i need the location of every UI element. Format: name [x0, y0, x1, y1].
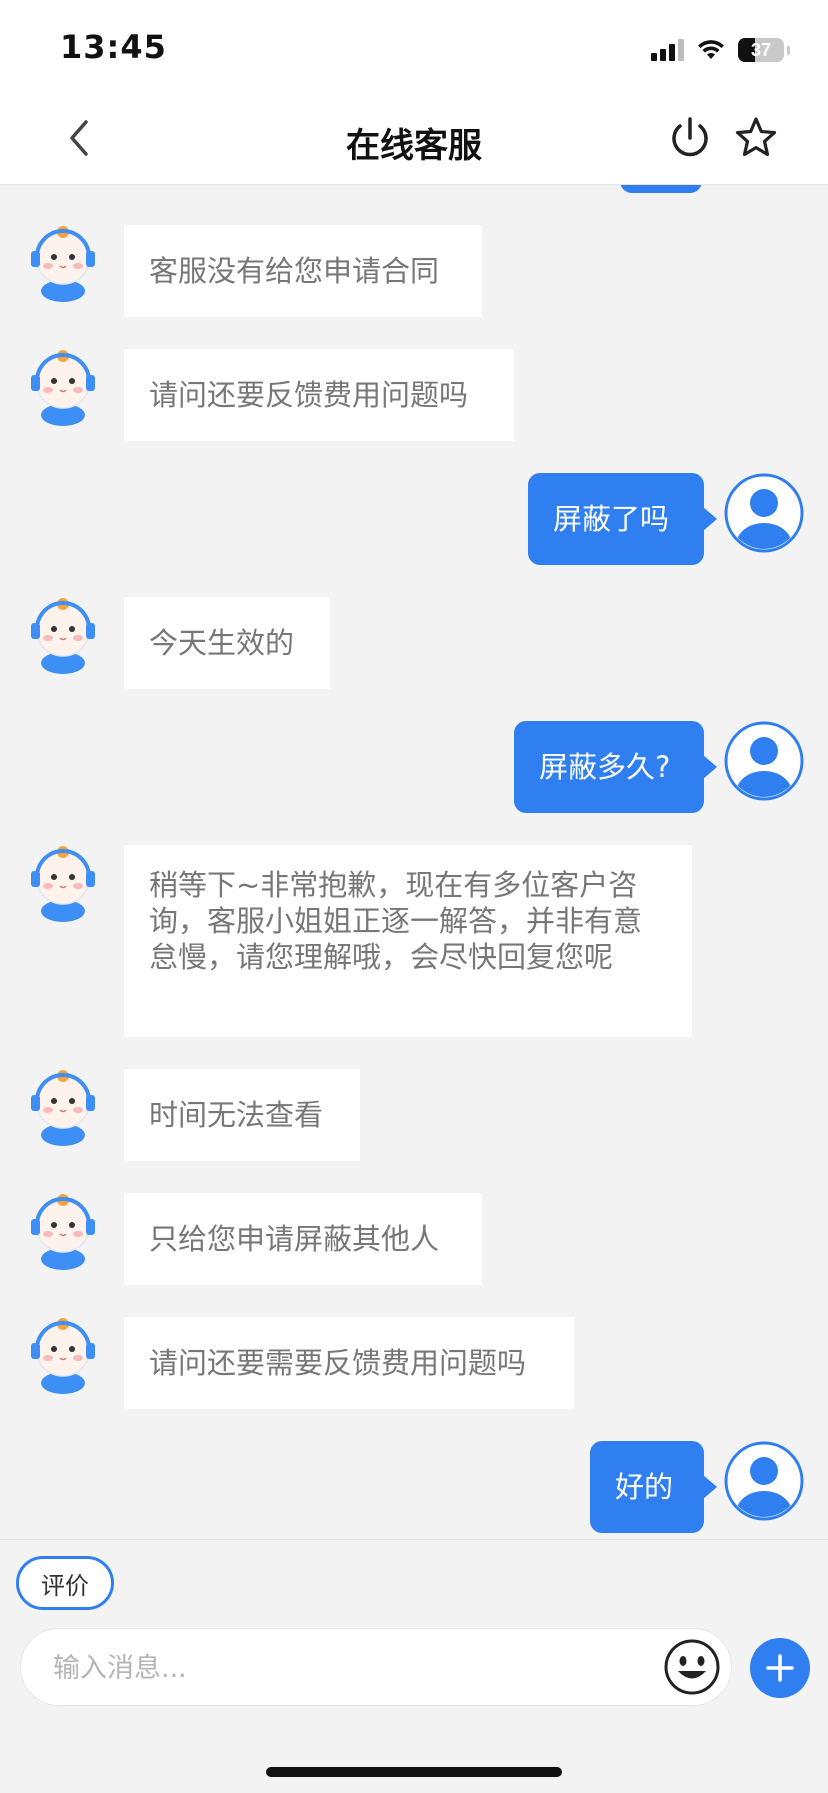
message-input-box	[20, 1628, 732, 1707]
smiley-icon	[664, 1639, 720, 1695]
agent-message-bubble: 请问还要需要反馈费用问题吗	[124, 1317, 574, 1409]
star-icon	[735, 117, 777, 157]
customer-service-avatar-icon	[31, 226, 95, 302]
rate-button[interactable]: 评价	[16, 1556, 114, 1610]
user-avatar[interactable]	[724, 473, 804, 553]
message-input[interactable]	[51, 1629, 655, 1707]
user-message-bubble: 屏蔽了吗	[528, 473, 717, 565]
end-chat-button[interactable]	[666, 114, 714, 162]
customer-service-avatar-icon	[31, 846, 95, 922]
customer-service-avatar-icon	[31, 350, 95, 426]
user-message: 屏蔽多久?	[0, 721, 828, 813]
agent-avatar[interactable]	[30, 1063, 96, 1147]
emoji-button[interactable]	[663, 1638, 721, 1696]
agent-message: 请问还要反馈费用问题吗	[0, 349, 828, 441]
nav-bar: 在线客服	[0, 92, 828, 185]
home-indicator	[266, 1767, 562, 1777]
user-message-bubble: 屏蔽多久?	[514, 721, 717, 813]
battery-level: 37	[750, 39, 772, 60]
agent-message: 只给您申请屏蔽其他人	[0, 1193, 828, 1285]
battery-tip	[787, 45, 790, 55]
agent-avatar[interactable]	[30, 1311, 96, 1395]
agent-message-bubble: 客服没有给您申请合同	[124, 225, 482, 317]
agent-avatar[interactable]	[30, 343, 96, 427]
agent-message-bubble: 今天生效的	[124, 597, 330, 689]
input-area: 评价	[0, 1539, 828, 1793]
agent-message: 稍等下~非常抱歉，现在有多位客户咨询，客服小姐姐正逐一解答，并非有意怠慢，请您理…	[0, 845, 828, 1037]
power-icon	[672, 117, 708, 157]
customer-service-avatar-icon	[31, 1194, 95, 1270]
agent-avatar[interactable]	[30, 1187, 96, 1271]
user-avatar-icon	[724, 473, 804, 553]
user-avatar-icon	[724, 1441, 804, 1521]
user-message-bubble: 好的	[590, 1441, 717, 1533]
agent-avatar[interactable]	[30, 591, 96, 675]
battery-icon: 37	[738, 38, 784, 62]
agent-message: 时间无法查看	[0, 1069, 828, 1161]
cellular-signal-icon	[651, 39, 684, 61]
agent-message-bubble: 只给您申请屏蔽其他人	[124, 1193, 482, 1285]
agent-message-bubble: 稍等下~非常抱歉，现在有多位客户咨询，客服小姐姐正逐一解答，并非有意怠慢，请您理…	[124, 845, 692, 1037]
user-avatar-icon	[724, 721, 804, 801]
customer-service-avatar-icon	[31, 1318, 95, 1394]
user-message: 屏蔽了吗	[0, 473, 828, 565]
agent-message: 客服没有给您申请合同	[0, 225, 828, 317]
customer-service-avatar-icon	[31, 1070, 95, 1146]
agent-message-bubble: 时间无法查看	[124, 1069, 360, 1161]
agent-message: 请问还要需要反馈费用问题吗	[0, 1317, 828, 1409]
user-message: 好的	[0, 1441, 828, 1533]
previous-message-bubble	[620, 185, 702, 193]
agent-message: 今天生效的	[0, 597, 828, 689]
status-bar: 13:45 37	[0, 0, 828, 92]
agent-avatar[interactable]	[30, 219, 96, 303]
user-avatar[interactable]	[724, 721, 804, 801]
customer-service-avatar-icon	[31, 598, 95, 674]
more-options-button[interactable]	[750, 1638, 810, 1698]
favorite-button[interactable]	[732, 114, 780, 162]
status-time: 13:45	[60, 28, 167, 66]
wifi-icon	[698, 40, 724, 59]
chat-list[interactable]: 客服没有给您申请合同 请问还要反馈费用问题吗 屏蔽了吗 今天生效的屏蔽多久? 稍等…	[0, 185, 828, 1539]
agent-avatar[interactable]	[30, 839, 96, 923]
agent-message-bubble: 请问还要反馈费用问题吗	[124, 349, 514, 441]
plus-icon	[766, 1654, 794, 1682]
status-icons: 37	[651, 34, 790, 66]
user-avatar[interactable]	[724, 1441, 804, 1521]
